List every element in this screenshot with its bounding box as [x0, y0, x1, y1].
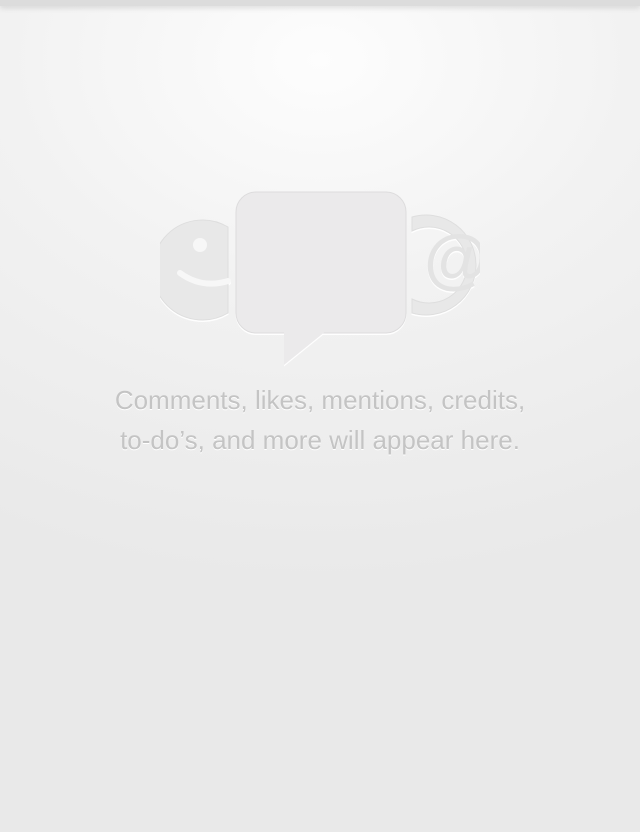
- speech-bubble-icon: [235, 191, 407, 365]
- empty-state-message-line-2: to-do’s, and more will appear here.: [120, 425, 520, 455]
- empty-state-message: Comments, likes, mentions, credits, to-d…: [60, 380, 580, 460]
- at-sign-icon: @: [411, 214, 480, 316]
- empty-state-illustration: @: [160, 185, 480, 370]
- svg-text:@: @: [424, 221, 480, 295]
- top-bar: [0, 0, 640, 6]
- empty-state-message-line-1: Comments, likes, mentions, credits,: [114, 385, 526, 415]
- smiley-face-icon: [160, 219, 231, 321]
